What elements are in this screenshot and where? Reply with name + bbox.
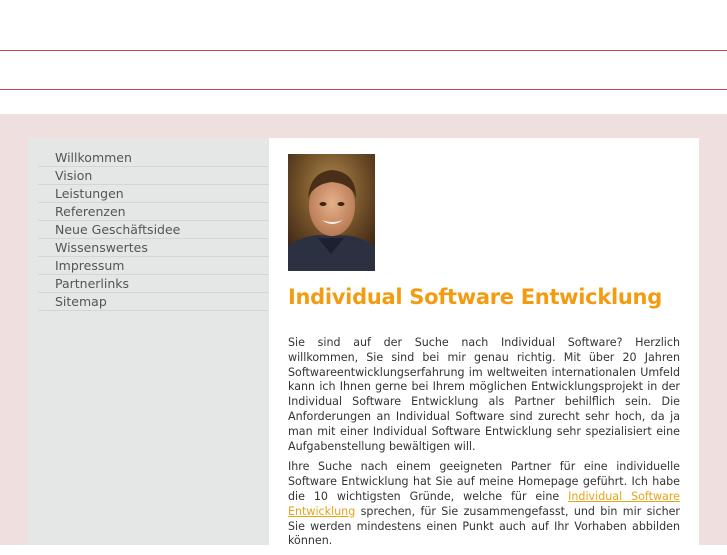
nav-item-willkommen[interactable]: Willkommen: [38, 149, 277, 167]
intro-paragraph-1: Sie sind auf der Suche nach Individual S…: [288, 336, 680, 453]
portrait-photo-graphic: [288, 154, 375, 271]
nav-item-leistungen[interactable]: Leistungen: [38, 185, 277, 203]
nav-item-partnerlinks[interactable]: Partnerlinks: [38, 275, 277, 293]
header-line-top: [0, 50, 727, 51]
nav-item-sitemap[interactable]: Sitemap: [38, 293, 277, 311]
nav-item-referenzen[interactable]: Referenzen: [38, 203, 277, 221]
intro-paragraph-2: Ihre Suche nach einem geeigneten Partner…: [288, 460, 680, 549]
sidebar-nav: Willkommen Vision Leistungen Referenzen …: [28, 138, 277, 311]
main-content: Individual Software Entwicklung Sie sind…: [269, 138, 699, 547]
page-title: Individual Software Entwicklung: [288, 285, 662, 309]
nav-item-wissenswertes[interactable]: Wissenswertes: [38, 239, 277, 257]
sidebar: Willkommen Vision Leistungen Referenzen …: [28, 138, 277, 545]
header-line-bottom: [0, 89, 727, 90]
nav-item-vision[interactable]: Vision: [38, 167, 277, 185]
nav-item-neue-geschaeftsidee[interactable]: Neue Geschäftsidee: [38, 221, 277, 239]
intro-text: Sie sind auf der Suche nach Individual S…: [288, 336, 680, 555]
site-header: [0, 0, 727, 114]
nav-item-impressum[interactable]: Impressum: [38, 257, 277, 275]
portrait-photo: [288, 154, 375, 271]
